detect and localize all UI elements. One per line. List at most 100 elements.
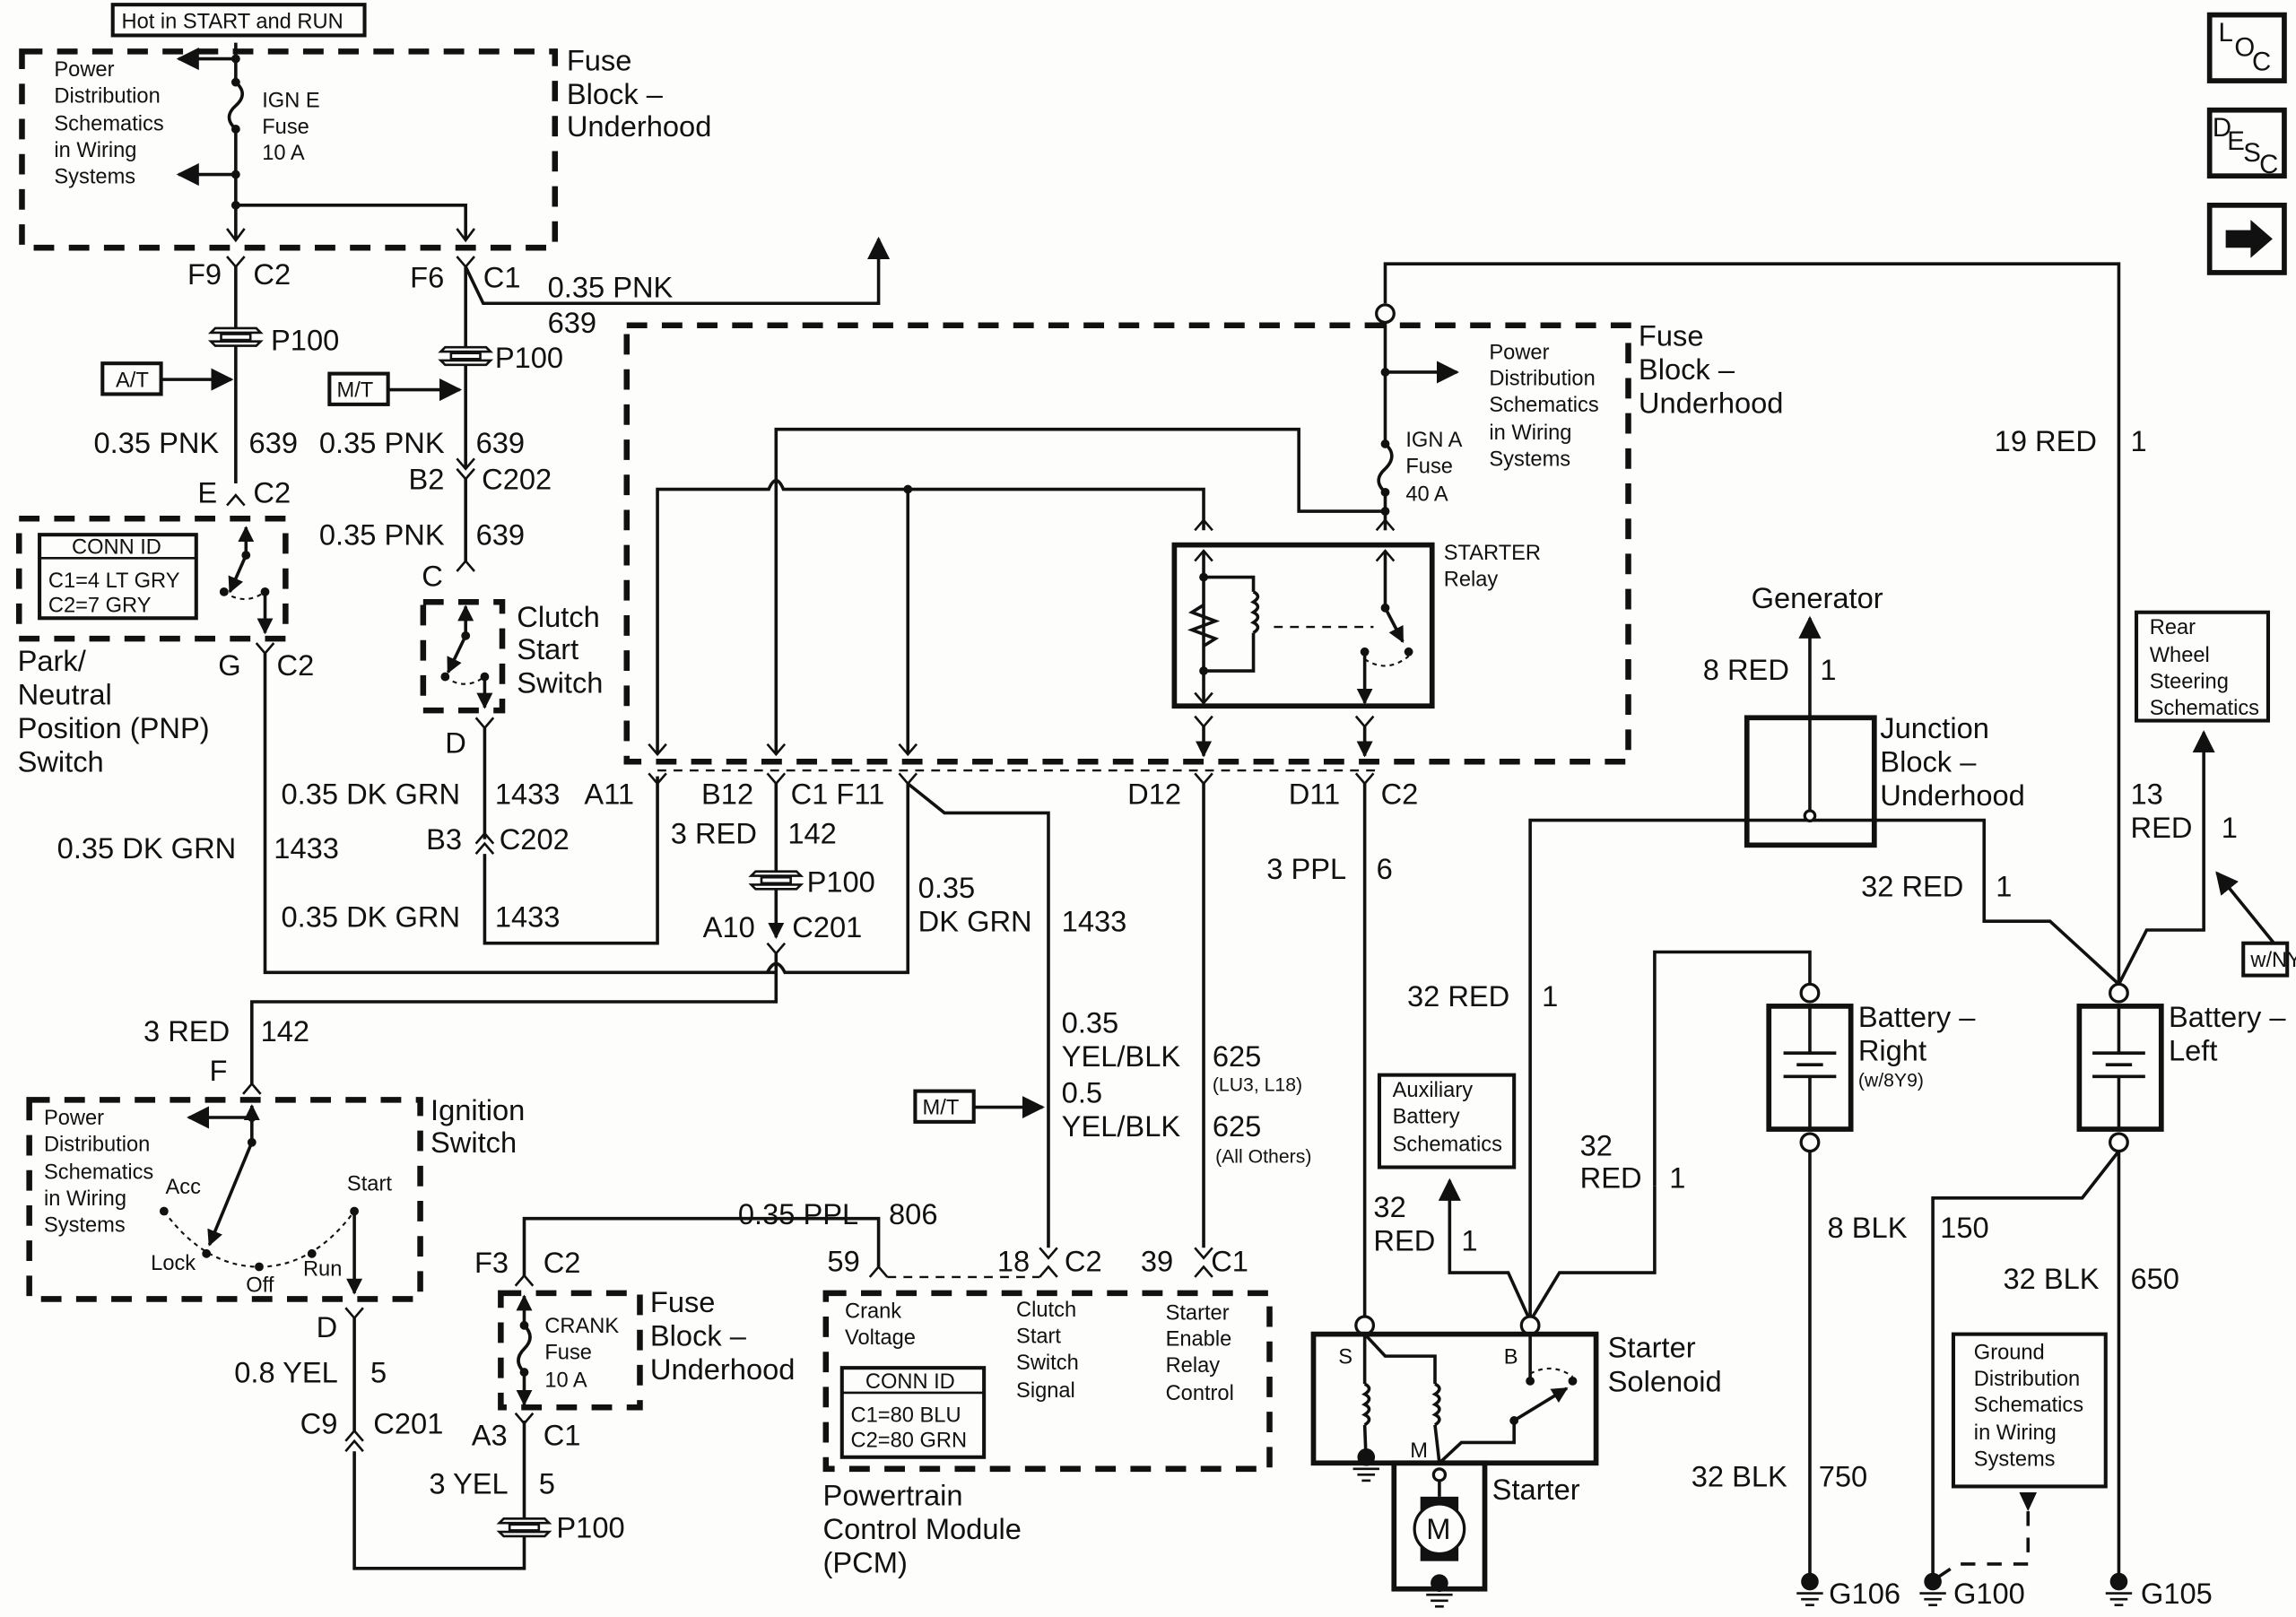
wire-gauge: 3 RED: [144, 1014, 230, 1048]
ign-e-fuse: IGN E Fuse 10 A: [176, 42, 476, 243]
loc-button[interactable]: L O C: [2206, 12, 2287, 83]
svg-text:Fuse: Fuse: [650, 1285, 716, 1318]
svg-text:S: S: [2243, 138, 2261, 168]
svg-text:Fuse: Fuse: [544, 1341, 592, 1364]
f3-connector: [514, 1274, 535, 1287]
wire-gauge: 3 RED: [671, 817, 757, 850]
conn-f: F: [209, 1054, 227, 1087]
svg-text:Schematics: Schematics: [1974, 1394, 2083, 1417]
svg-text:Underhood: Underhood: [650, 1352, 796, 1386]
wire-circuit: 639: [249, 426, 298, 459]
junction-block-label: Junction Block – Underhood: [1880, 711, 2025, 812]
svg-text:S: S: [1338, 1345, 1352, 1369]
svg-text:Power: Power: [54, 58, 114, 82]
fuse-block-top-label: Fuse Block – Underhood: [567, 44, 712, 143]
motor-symbol: M: [1426, 1512, 1450, 1545]
svg-text:Schematics: Schematics: [2150, 697, 2259, 720]
conn-a11: A11: [584, 778, 634, 811]
conn-d11: D11: [1289, 778, 1340, 811]
conn-b3: B3: [426, 822, 462, 856]
clutch-switch-label: Clutch Start Switch: [517, 600, 603, 699]
svg-text:Starter: Starter: [1492, 1473, 1580, 1506]
desc-button[interactable]: D E S C: [2206, 107, 2287, 179]
svg-text:Lock: Lock: [151, 1252, 196, 1275]
power-dist-relay-label: Power Distribution Schematics in Wiring …: [1489, 341, 1598, 471]
pcm-input-starter-enable: Starter Enable Relay Control: [1166, 1301, 1234, 1405]
svg-text:Battery –: Battery –: [2169, 1000, 2286, 1033]
wire-gauge: 0.35 PNK: [319, 518, 445, 552]
wire-circuit: 639: [548, 306, 596, 339]
conn-c1: C1: [544, 1419, 581, 1452]
wire-option: (All Others): [1215, 1147, 1311, 1168]
conn-c2: C2: [1381, 778, 1419, 811]
wire-gauge: 0.35 DK GRN: [57, 831, 237, 865]
wire-gauge: 0.35 PPL: [738, 1197, 858, 1230]
svg-text:C2=80 GRN: C2=80 GRN: [851, 1429, 968, 1452]
svg-text:C: C: [2259, 150, 2278, 179]
conn-c2: C2: [277, 648, 315, 682]
svg-text:Start: Start: [1016, 1325, 1061, 1348]
conn-c201: C201: [373, 1407, 443, 1440]
wire-circuit: 1: [1542, 979, 1558, 1013]
svg-text:Power: Power: [44, 1107, 104, 1130]
next-button[interactable]: [2206, 202, 2287, 275]
power-dist-top-label: Power Distribution Schematics in Wiring …: [54, 58, 163, 188]
svg-text:Clutch: Clutch: [517, 600, 600, 633]
svg-text:Fuse: Fuse: [1639, 319, 1704, 352]
svg-text:G100: G100: [1953, 1577, 2025, 1610]
svg-text:Control: Control: [1166, 1382, 1234, 1405]
svg-text:Schematics: Schematics: [44, 1161, 153, 1185]
conn-c2: C2: [253, 475, 291, 509]
wire-circuit: 639: [476, 426, 525, 459]
wire-circuit: 625: [1213, 1109, 1261, 1143]
conn-b12: B12: [701, 778, 753, 811]
conn-d: D: [317, 1310, 338, 1343]
fuse-block-mid-label: Fuse Block – Underhood: [1639, 319, 1784, 420]
conn-e: E: [197, 475, 217, 509]
wire-gauge: RED: [1373, 1224, 1435, 1257]
pnp-switch-contacts: [219, 526, 274, 635]
svg-text:Junction: Junction: [1880, 711, 1989, 744]
ground-g106: G106: [1795, 1571, 1900, 1610]
pcm-pin-18: 18: [997, 1244, 1030, 1277]
wire-gauge: YEL/BLK: [1062, 1109, 1181, 1143]
svg-text:Starter: Starter: [1166, 1301, 1230, 1325]
pcm-label: Powertrain Control Module (PCM): [823, 1479, 1022, 1579]
wire-gauge: 3 YEL: [429, 1467, 508, 1500]
starter-solenoid: S B M Starter Solenoid: [1310, 1315, 1722, 1482]
pcm-conn-c2: C2: [1065, 1244, 1102, 1277]
svg-text:Park/: Park/: [18, 644, 87, 677]
svg-text:Clutch: Clutch: [1016, 1299, 1076, 1322]
svg-text:Fuse: Fuse: [567, 44, 632, 77]
svg-text:Underhood: Underhood: [567, 109, 712, 143]
svg-text:10 A: 10 A: [544, 1369, 587, 1392]
conn-a3: A3: [472, 1419, 508, 1452]
wire-circuit: 1433: [274, 831, 339, 865]
junction-splice: [1803, 809, 1817, 823]
svg-text:Block –: Block –: [1880, 745, 1977, 778]
aux-battery-box: Auxiliary Battery Schematics: [1377, 1073, 1517, 1169]
svg-text:C: C: [2252, 48, 2271, 77]
p100-label: P100: [271, 323, 339, 356]
conn-d12: D12: [1127, 778, 1181, 811]
svg-text:M/T: M/T: [337, 379, 374, 403]
conn-g: G: [218, 648, 240, 682]
svg-text:in Wiring: in Wiring: [54, 139, 136, 162]
svg-text:Block –: Block –: [567, 77, 664, 110]
starter-motor: M Starter: [1391, 1460, 1580, 1608]
ground-g105: G105: [2104, 1571, 2213, 1610]
svg-text:G106: G106: [1829, 1577, 1900, 1610]
svg-text:Neutral: Neutral: [18, 678, 112, 711]
conn-c2: C2: [253, 257, 291, 291]
svg-text:Switch: Switch: [517, 666, 603, 700]
power-dist-ign-label: Power Distribution Schematics in Wiring …: [44, 1107, 153, 1237]
svg-text:40 A: 40 A: [1405, 483, 1448, 507]
wire-circuit: 5: [370, 1355, 387, 1388]
wire-gauge: 0.8 YEL: [234, 1355, 338, 1388]
svg-text:Fuse: Fuse: [1405, 456, 1453, 479]
wire-gauge: 0.5: [1062, 1076, 1102, 1109]
p100-label: P100: [556, 1511, 624, 1544]
svg-text:Fuse: Fuse: [262, 116, 309, 139]
conn-c202: C202: [500, 822, 570, 856]
svg-text:Block –: Block –: [1639, 352, 1735, 386]
